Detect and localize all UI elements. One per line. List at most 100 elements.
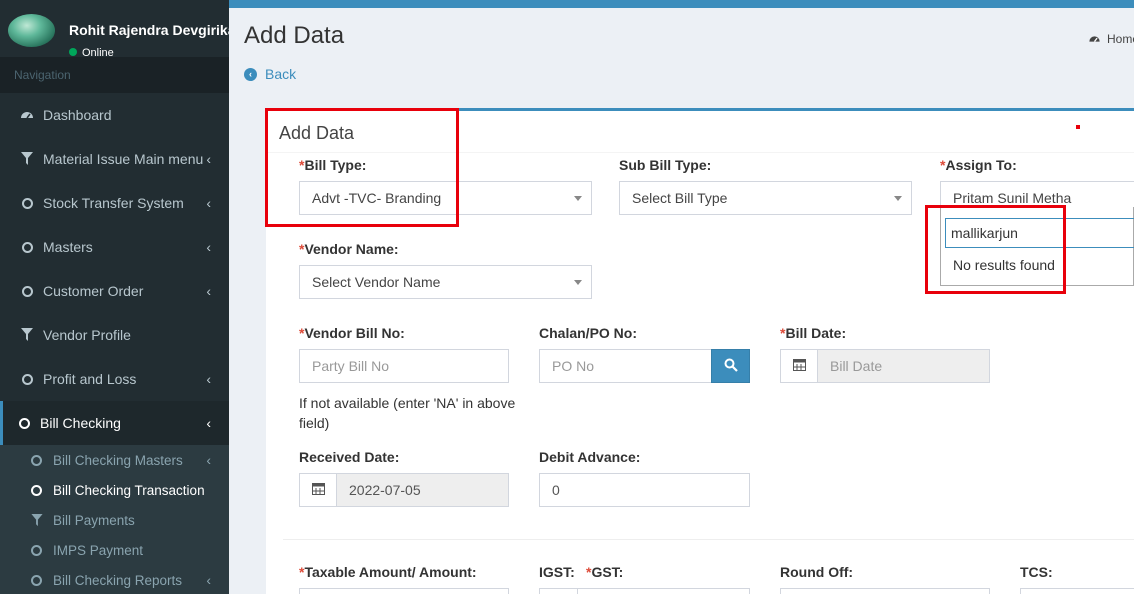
circle-icon	[20, 284, 34, 298]
sidebar-item-vendor-profile[interactable]: Vendor Profile	[0, 313, 229, 357]
sidebar: Rohit Rajendra Devgirikar Online Navigat…	[0, 0, 229, 594]
caret-down-icon	[894, 196, 902, 201]
sidebar-item-profit-loss[interactable]: Profit and Loss ‹	[0, 357, 229, 401]
no-results-message: No results found	[953, 257, 1055, 273]
dashboard-icon	[1088, 33, 1101, 48]
vendor-name-select[interactable]: Select Vendor Name	[299, 265, 592, 299]
received-date-label: Received Date:	[299, 449, 400, 465]
chevron-left-icon: ‹	[206, 195, 211, 211]
circle-icon	[30, 454, 43, 467]
caret-down-icon	[574, 280, 582, 285]
label-text: Assign To:	[945, 157, 1017, 173]
dashboard-icon	[20, 108, 34, 122]
round-off-label: Round Off:	[780, 564, 854, 580]
circle-icon	[30, 484, 43, 497]
sidebar-item-label: Customer Order	[43, 283, 144, 299]
select-value: Select Bill Type	[632, 190, 728, 206]
caret-down-icon	[574, 196, 582, 201]
annotation-dot	[1076, 125, 1080, 129]
sub-item-label: IMPS Payment	[53, 542, 144, 558]
circle-icon	[20, 372, 34, 386]
avatar	[8, 14, 55, 47]
breadcrumb[interactable]: Home	[1088, 32, 1134, 48]
bill-type-label: *Bill Type:	[299, 157, 366, 173]
sidebar-item-label: Stock Transfer System	[43, 195, 184, 211]
po-search-button[interactable]	[711, 349, 750, 383]
back-link[interactable]: ‹ Back	[244, 66, 296, 82]
sub-bill-type-select[interactable]: Select Bill Type	[619, 181, 912, 215]
debit-advance-input[interactable]: 0	[539, 473, 750, 507]
chalan-po-no-input[interactable]: PO No	[539, 349, 712, 383]
circle-icon	[17, 416, 31, 430]
filter-icon	[30, 513, 43, 527]
igst-checkbox-addon[interactable]	[539, 588, 578, 594]
divider	[266, 152, 1134, 153]
breadcrumb-home[interactable]: Home	[1107, 32, 1134, 46]
round-off-input[interactable]	[780, 588, 990, 594]
chalan-po-no-label: Chalan/PO No:	[539, 325, 638, 341]
sub-item-imps-payment[interactable]: IMPS Payment	[0, 535, 229, 565]
gst-label: *GST:	[586, 564, 623, 580]
chevron-left-icon: ‹	[206, 151, 211, 167]
user-status: Online	[69, 46, 114, 57]
calendar-icon	[311, 482, 325, 498]
bill-type-select[interactable]: Advt -TVC- Branding	[299, 181, 592, 215]
taxable-amount-input[interactable]	[299, 588, 509, 594]
top-navbar	[229, 0, 1134, 8]
debit-advance-label: Debit Advance:	[539, 449, 641, 465]
sub-item-bill-checking-reports[interactable]: Bill Checking Reports ‹	[0, 565, 229, 594]
sidebar-item-label: Profit and Loss	[43, 371, 137, 387]
label-text: Bill Date:	[785, 325, 847, 341]
sidebar-item-material-issue[interactable]: Material Issue Main menu ‹	[0, 137, 229, 181]
label-text: Taxable Amount/ Amount:	[304, 564, 477, 580]
sidebar-item-label: Material Issue Main menu	[43, 151, 204, 167]
status-text: Online	[82, 47, 114, 57]
gst-input[interactable]	[577, 588, 750, 594]
calendar-addon	[780, 349, 818, 383]
received-date-input[interactable]: 2022-07-05	[336, 473, 509, 507]
arrow-circle-left-icon: ‹	[244, 67, 257, 81]
label-text: Vendor Name:	[304, 241, 399, 257]
search-icon	[724, 358, 738, 375]
sub-item-bill-checking-masters[interactable]: Bill Checking Masters ‹	[0, 445, 229, 475]
sub-item-label: Bill Checking Transaction	[53, 482, 205, 498]
vendor-bill-no-input[interactable]: Party Bill No	[299, 349, 509, 383]
taxable-amount-label: *Taxable Amount/ Amount:	[299, 564, 477, 580]
sub-menu-bill-checking: Bill Checking Masters ‹ Bill Checking Tr…	[0, 445, 229, 594]
assign-to-dropdown: mallikarjun No results found	[940, 207, 1134, 286]
label-text: Vendor Bill No:	[304, 325, 405, 341]
chevron-left-icon: ‹	[206, 371, 211, 387]
select-value: Pritam Sunil Metha	[953, 190, 1072, 206]
calendar-icon	[792, 358, 806, 374]
tcs-input[interactable]	[1020, 588, 1134, 594]
sidebar-item-customer-order[interactable]: Customer Order ‹	[0, 269, 229, 313]
filter-icon	[20, 152, 34, 166]
chevron-left-icon: ‹	[206, 283, 211, 299]
nav-header: Navigation	[0, 57, 229, 93]
sub-bill-type-label: Sub Bill Type:	[619, 157, 712, 173]
label-text: GST:	[591, 564, 624, 580]
sub-item-bill-payments[interactable]: Bill Payments	[0, 505, 229, 535]
calendar-addon	[299, 473, 337, 507]
help-line: field)	[299, 415, 330, 431]
chevron-left-icon: ‹	[206, 239, 211, 255]
sidebar-item-bill-checking[interactable]: Bill Checking ‹	[0, 401, 229, 445]
select-value: Select Vendor Name	[312, 274, 441, 290]
select-value: Advt -TVC- Branding	[312, 190, 442, 206]
chevron-left-icon: ‹	[206, 452, 211, 468]
sidebar-item-masters[interactable]: Masters ‹	[0, 225, 229, 269]
dropdown-search-input[interactable]: mallikarjun	[945, 218, 1134, 248]
sidebar-item-stock-transfer[interactable]: Stock Transfer System ‹	[0, 181, 229, 225]
vendor-bill-no-label: *Vendor Bill No:	[299, 325, 405, 341]
igst-label: IGST:	[539, 564, 575, 580]
circle-icon	[20, 196, 34, 210]
assign-to-label: *Assign To:	[940, 157, 1017, 173]
sidebar-item-label: Masters	[43, 239, 93, 255]
box-title: Add Data	[279, 123, 355, 143]
circle-icon	[20, 240, 34, 254]
sub-item-bill-checking-transaction[interactable]: Bill Checking Transaction	[0, 475, 229, 505]
bill-date-input[interactable]: Bill Date	[817, 349, 990, 383]
sidebar-item-dashboard[interactable]: Dashboard	[0, 93, 229, 137]
page-title: Add Data	[244, 22, 345, 49]
form-box: Add Data *Bill Type: Advt -TVC- Branding…	[266, 108, 1134, 594]
